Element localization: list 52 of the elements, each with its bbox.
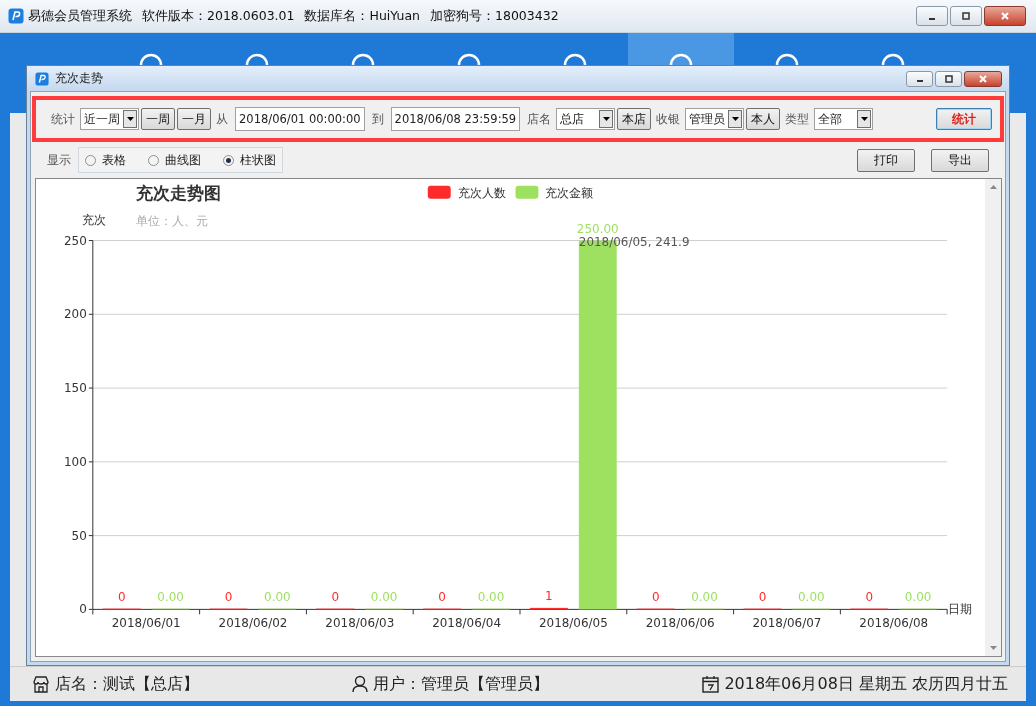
y-tick-label: 50: [71, 528, 87, 543]
value-label: 0: [117, 589, 126, 604]
field-label: 从: [216, 110, 228, 128]
value-label: 0.00: [691, 589, 718, 604]
shop-name-text: 店名：测试【总店】: [55, 673, 199, 695]
field-label: 到: [371, 110, 384, 128]
value-label: 0: [865, 589, 874, 604]
x-tick-label: 2018/06/04: [432, 616, 502, 631]
field-label: 收银: [656, 110, 681, 128]
x-tick-label: 2018/06/07: [752, 616, 822, 631]
y-tick-label: 250: [64, 233, 87, 248]
date-text: 2018年06月08日 星期五 农历四月廿五: [724, 673, 1008, 695]
value-label: 0: [651, 589, 660, 604]
field-label: 类型: [785, 110, 810, 128]
database-text: 数据库名：HuiYuan: [304, 7, 420, 25]
y-tick-label: 150: [64, 381, 87, 396]
y-tick-label: 200: [64, 307, 87, 322]
x-tick-label: 2018/06/06: [645, 616, 715, 631]
window-title: 易德会员管理系统: [28, 7, 132, 25]
y-axis-title: 充次: [81, 212, 106, 227]
value-label: 0.00: [477, 589, 505, 604]
value-label: 0: [438, 589, 446, 604]
y-tick-label: 0: [79, 602, 87, 617]
value-label: 0.00: [904, 589, 932, 604]
chart-unit: 单位：人、元: [135, 213, 208, 228]
value-label: 0.00: [157, 589, 184, 604]
value-label: 1: [545, 588, 553, 603]
value-label: 0.00: [370, 589, 398, 604]
legend-label: 充次金额: [545, 185, 594, 200]
value-label: 250.00: [576, 221, 619, 236]
chart-annotation: 2018/06/05, 241.9: [578, 234, 690, 249]
value-label: 0: [224, 589, 233, 604]
dongle-text: 加密狗号：18003432: [430, 7, 559, 25]
x-tick-label: 2018/06/01: [111, 616, 181, 631]
x-axis-title: 日期: [948, 602, 973, 617]
user-text: 用户：管理员【管理员】: [373, 673, 550, 695]
x-tick-label: 2018/06/05: [538, 616, 608, 631]
chart-title: 充次走势图: [135, 182, 221, 203]
value-label: 0: [758, 589, 767, 604]
x-tick-label: 2018/06/03: [325, 616, 395, 631]
x-tick-label: 2018/06/02: [218, 616, 288, 631]
field-label: 统计: [51, 110, 75, 128]
version-text: 软件版本：2018.0603.01: [142, 7, 295, 25]
field-label: 店名: [527, 110, 552, 128]
value-label: 0.00: [798, 589, 825, 604]
y-tick-label: 100: [64, 454, 87, 469]
legend-label: 充次人数: [457, 185, 506, 200]
dialog-title: 充次走势: [55, 70, 103, 87]
value-label: 0: [331, 589, 340, 604]
value-label: 0.00: [264, 589, 291, 604]
x-tick-label: 2018/06/08: [859, 616, 929, 631]
display-label: 显示: [47, 151, 71, 169]
